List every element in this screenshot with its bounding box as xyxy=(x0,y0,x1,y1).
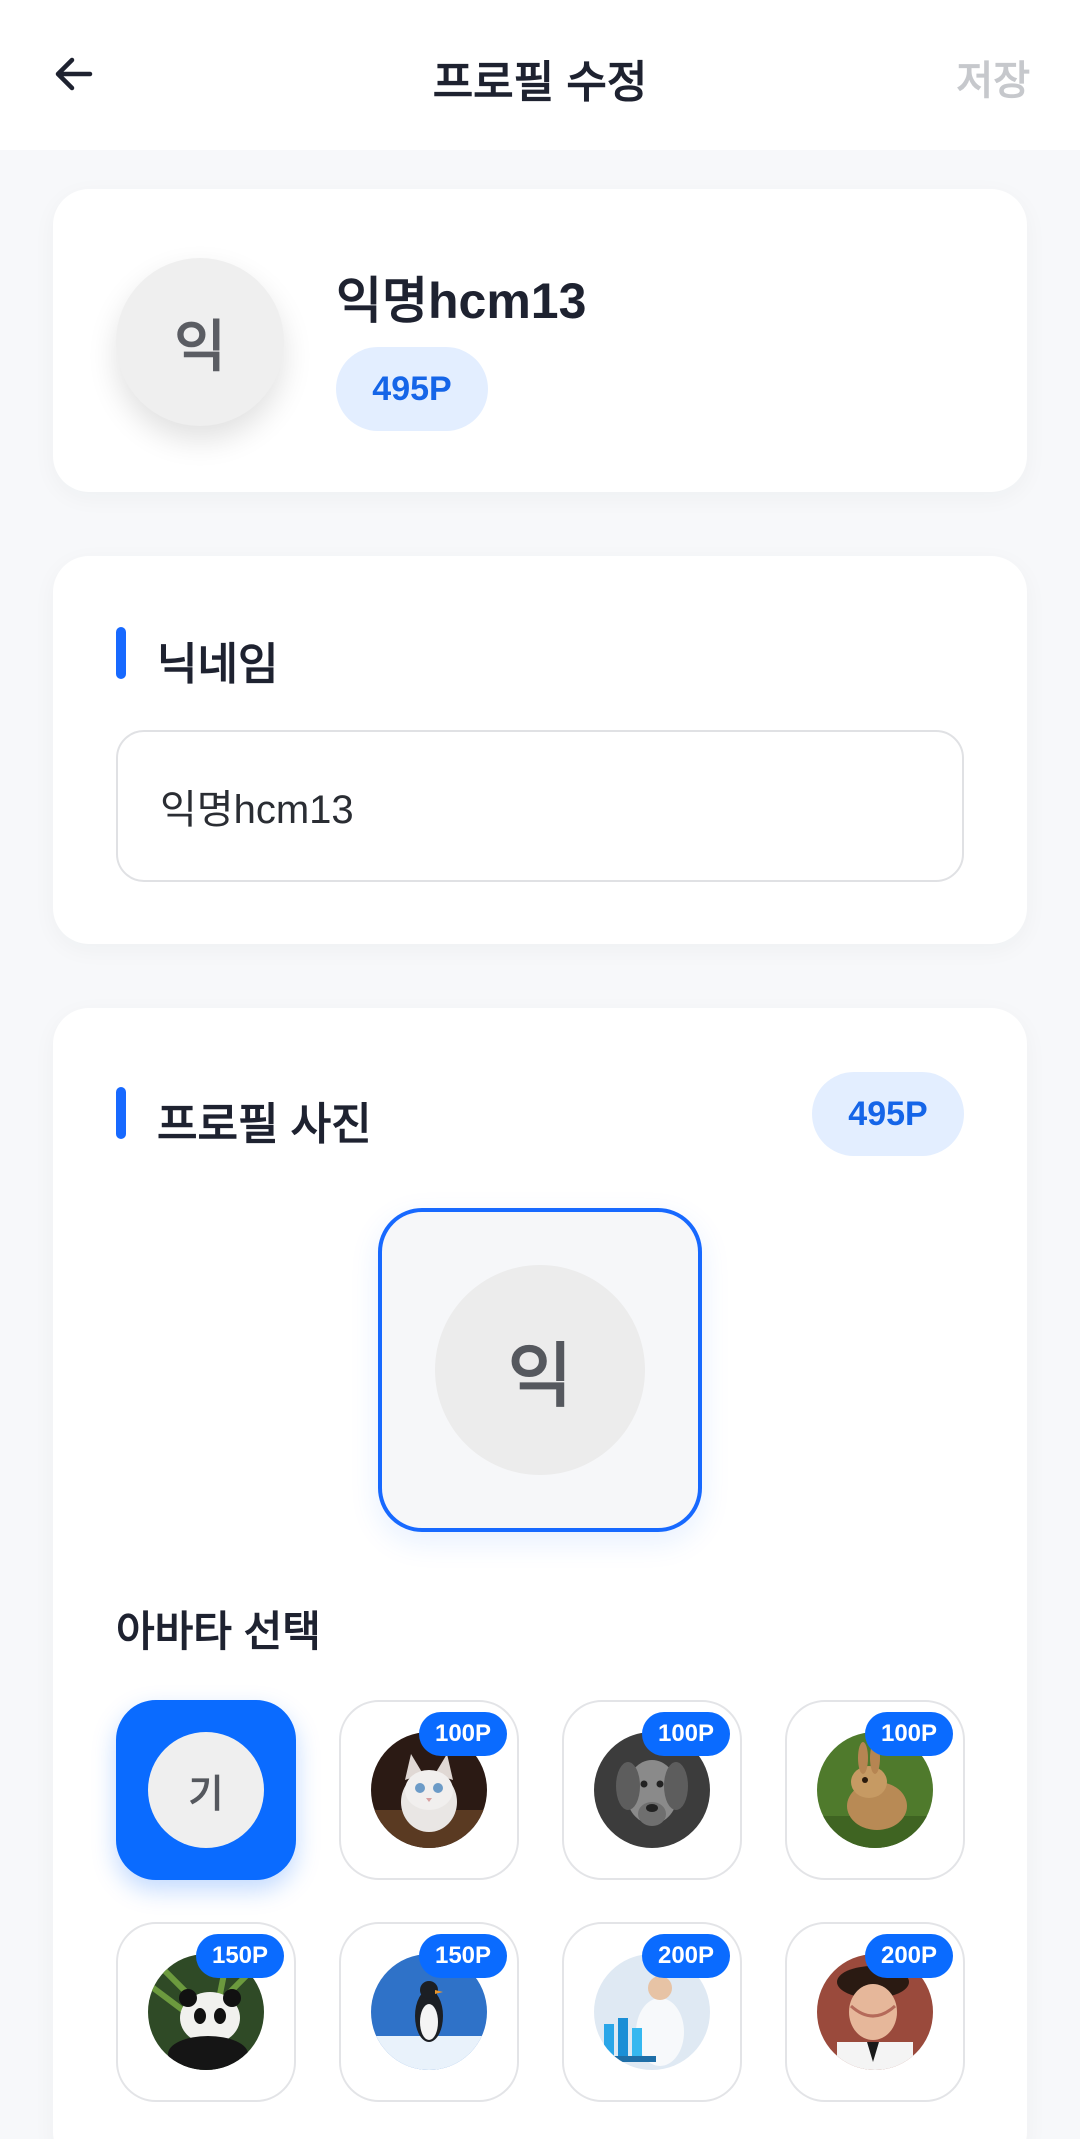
section-accent-bar xyxy=(116,627,126,679)
nickname-card: 닉네임 xyxy=(53,556,1027,944)
profile-avatar: 익 xyxy=(116,258,284,426)
points-badge: 495P xyxy=(812,1072,964,1156)
avatar-option-dog[interactable]: 100P xyxy=(562,1700,742,1880)
save-button[interactable]: 저장 xyxy=(956,48,1030,106)
avatar-letter: 기 xyxy=(148,1732,264,1848)
nickname-input[interactable] xyxy=(116,730,964,882)
avatar-preview[interactable]: 익 xyxy=(378,1208,702,1532)
page-title: 프로필 수정 xyxy=(432,58,648,107)
price-badge: 150P xyxy=(196,1934,284,1978)
avatar-option-cat[interactable]: 100P xyxy=(339,1700,519,1880)
app-header: 프로필 수정 저장 xyxy=(0,0,1080,150)
points-badge: 495P xyxy=(336,347,488,431)
section-accent-bar xyxy=(116,1087,126,1139)
preview-avatar-letter: 익 xyxy=(435,1265,645,1475)
price-badge: 200P xyxy=(642,1934,730,1978)
price-badge: 100P xyxy=(865,1712,953,1756)
avatar-option-panda[interactable]: 150P xyxy=(116,1922,296,2102)
photo-section-title: 프로필 사진 xyxy=(157,1100,372,1149)
price-badge: 150P xyxy=(419,1934,507,1978)
avatar-option-officer[interactable]: 200P xyxy=(785,1922,965,2102)
avatar-option-scientist[interactable]: 200P xyxy=(562,1922,742,2102)
price-badge: 200P xyxy=(865,1934,953,1978)
avatar-select-heading: 아바타 선택 xyxy=(116,1608,321,1655)
profile-summary-card: 익 익명hcm13 495P xyxy=(53,189,1027,492)
profile-photo-card: 프로필 사진 495P 익 아바타 선택 기 100P 100P 100P 15… xyxy=(53,1008,1027,2139)
price-badge: 100P xyxy=(419,1712,507,1756)
avatar-option-penguin[interactable]: 150P xyxy=(339,1922,519,2102)
avatar-option-rabbit[interactable]: 100P xyxy=(785,1700,965,1880)
price-badge: 100P xyxy=(642,1712,730,1756)
profile-name: 익명hcm13 xyxy=(336,273,587,329)
nickname-section-title: 닉네임 xyxy=(157,640,279,689)
avatar-option-letter[interactable]: 기 xyxy=(116,1700,296,1880)
